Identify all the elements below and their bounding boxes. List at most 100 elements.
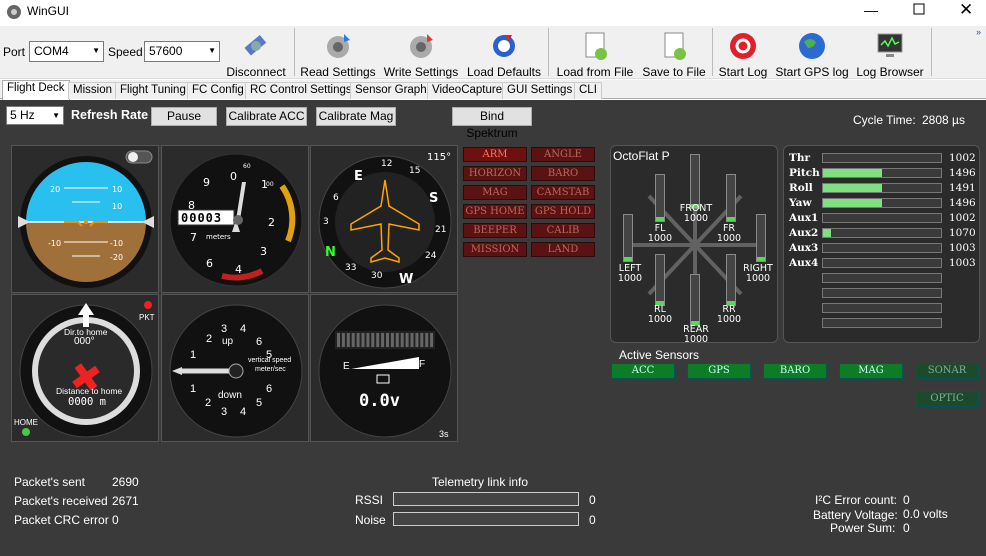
motor-rear-bar [690, 274, 700, 326]
active-sensors-title: Active Sensors [619, 348, 700, 362]
motor-fl: FL 1000 [647, 223, 673, 244]
tab-mission[interactable]: Mission [68, 82, 117, 99]
pitch-tick: 10 [112, 185, 122, 194]
calibrate-mag-button[interactable]: Calibrate Mag [316, 107, 396, 126]
read-settings-button[interactable]: Read Settings [300, 30, 376, 79]
battery-cell [405, 333, 409, 347]
tab-video-capture[interactable]: VideoCapture [427, 82, 508, 99]
satellite-icon [244, 34, 267, 56]
motor-fr-bar [726, 174, 736, 222]
channel-value: 1491 [949, 182, 976, 194]
channel-name: Aux1 [789, 212, 819, 224]
tab-rc-control-settings[interactable]: RC Control Settings [245, 82, 357, 99]
calibrate-acc-button[interactable]: Calibrate ACC [226, 107, 307, 126]
vs-unit: meter/sec [255, 366, 286, 373]
packets-sent-label: Packet's sent [14, 475, 85, 489]
log-browser-label: Log Browser [856, 65, 924, 79]
rssi-bar [393, 492, 579, 506]
compass-number: 33 [345, 263, 356, 273]
port-value: COM4 [34, 44, 69, 58]
noise-label: Noise [355, 513, 386, 527]
altimeter-number: 7 [190, 231, 197, 244]
reload-icon [493, 35, 515, 57]
compass-number: 12 [381, 159, 392, 169]
read-settings-label: Read Settings [300, 65, 376, 79]
chevron-down-icon: ▼ [208, 46, 216, 55]
mode-gps-home: GPS HOME [463, 204, 527, 219]
start-gps-log-label: Start GPS log [775, 65, 849, 79]
load-defaults-button[interactable]: Load Defaults [466, 30, 542, 79]
channel-name: Thr [789, 152, 810, 164]
motor-rr-bar [726, 254, 736, 306]
tab-sensor-graph[interactable]: Sensor Graph [350, 82, 432, 99]
mode-land: LAND [531, 242, 595, 257]
disconnect-label: Disconnect [226, 65, 286, 79]
motors-panel: OctoFlat P FRONT 1000 FL 1000 FR 1000 LEFT 1… [610, 145, 778, 345]
channel-bar [822, 288, 942, 298]
battery-cell [381, 333, 385, 347]
altimeter-number: 4 [235, 263, 242, 276]
sensor-mag: MAG [839, 363, 903, 379]
tab-cli[interactable]: CLI [574, 82, 602, 99]
channel-bar [822, 273, 942, 283]
speed-select[interactable]: 57600 ▼ [144, 41, 220, 62]
tab-fc-config[interactable]: FC Config [187, 82, 249, 99]
app-icon [6, 4, 22, 23]
disconnect-button[interactable]: Disconnect [225, 30, 287, 79]
dir-to-home-value: 000° [74, 336, 95, 347]
home-label: HOME [14, 418, 38, 427]
bind-spektrum-button[interactable]: Bind Spektrum [452, 107, 532, 140]
overflow-icon[interactable]: » [976, 27, 981, 37]
save-to-file-label: Save to File [642, 65, 706, 79]
motor-front: FRONT 1000 [679, 203, 713, 224]
pkt-label: PKT [139, 313, 155, 322]
port-select[interactable]: COM4 ▼ [29, 41, 104, 62]
write-settings-button[interactable]: Write Settings [382, 30, 460, 79]
pause-button[interactable]: Pause [151, 107, 217, 126]
motor-rr: RR 1000 [716, 304, 742, 325]
rssi-value: 0 [589, 493, 596, 507]
channel-bar-fill [823, 169, 882, 177]
mode-calib: CALIB [531, 223, 595, 238]
channel-value: 1496 [949, 197, 976, 209]
file-save-icon [664, 32, 686, 60]
distance-to-home-value: 0000 m [68, 396, 106, 408]
channel-value: 1003 [949, 257, 976, 269]
channel-value: 1070 [949, 227, 976, 239]
tab-flight-tuning[interactable]: Flight Tuning [115, 82, 191, 99]
compass-number: 24 [425, 251, 437, 261]
mode-angle: ANGLE [531, 147, 595, 162]
altimeter-small: 60 [243, 163, 251, 170]
save-to-file-button[interactable]: Save to File [641, 30, 707, 79]
channel-bar [822, 213, 942, 223]
tab-flight-deck[interactable]: Flight Deck [2, 80, 70, 100]
compass-number: 3 [323, 217, 329, 227]
home-direction-indicator: PKT Dir.to home 000° Distance to home 00… [11, 294, 159, 442]
battery-full-label: F [419, 359, 426, 370]
attitude-indicator: 20 10 10 -10 -20 -10 [11, 145, 159, 293]
refresh-rate-select[interactable]: 5 Hz ▼ [6, 106, 64, 125]
minimize-icon[interactable]: — [864, 2, 878, 18]
monitor-icon [877, 33, 903, 57]
compass-number: 30 [371, 271, 383, 281]
pitch-tick: -10 [110, 239, 123, 248]
log-browser-button[interactable]: Log Browser [854, 30, 926, 79]
close-icon[interactable]: ✕ [959, 0, 973, 20]
gear-write-icon [410, 34, 433, 58]
battery-voltage-value-text: 0.0 volts [903, 507, 948, 521]
battery-cell [337, 333, 340, 347]
load-from-file-button[interactable]: Load from File [554, 30, 636, 79]
battery-cell [410, 333, 414, 347]
tab-gui-settings[interactable]: GUI Settings [502, 82, 578, 99]
start-log-button[interactable]: Start Log [717, 30, 769, 79]
channel-bar [822, 198, 942, 208]
noise-value: 0 [589, 513, 596, 527]
maximize-icon[interactable] [913, 3, 925, 18]
altimeter-number: 3 [260, 245, 267, 258]
sensor-acc: ACC [611, 363, 675, 379]
channel-value: 1002 [949, 212, 976, 224]
battery-empty-label: E [343, 361, 350, 372]
start-gps-log-button[interactable]: Start GPS log [775, 30, 849, 79]
vs-number: 3 [221, 323, 228, 335]
battery-cells-label: 3s [439, 429, 449, 439]
